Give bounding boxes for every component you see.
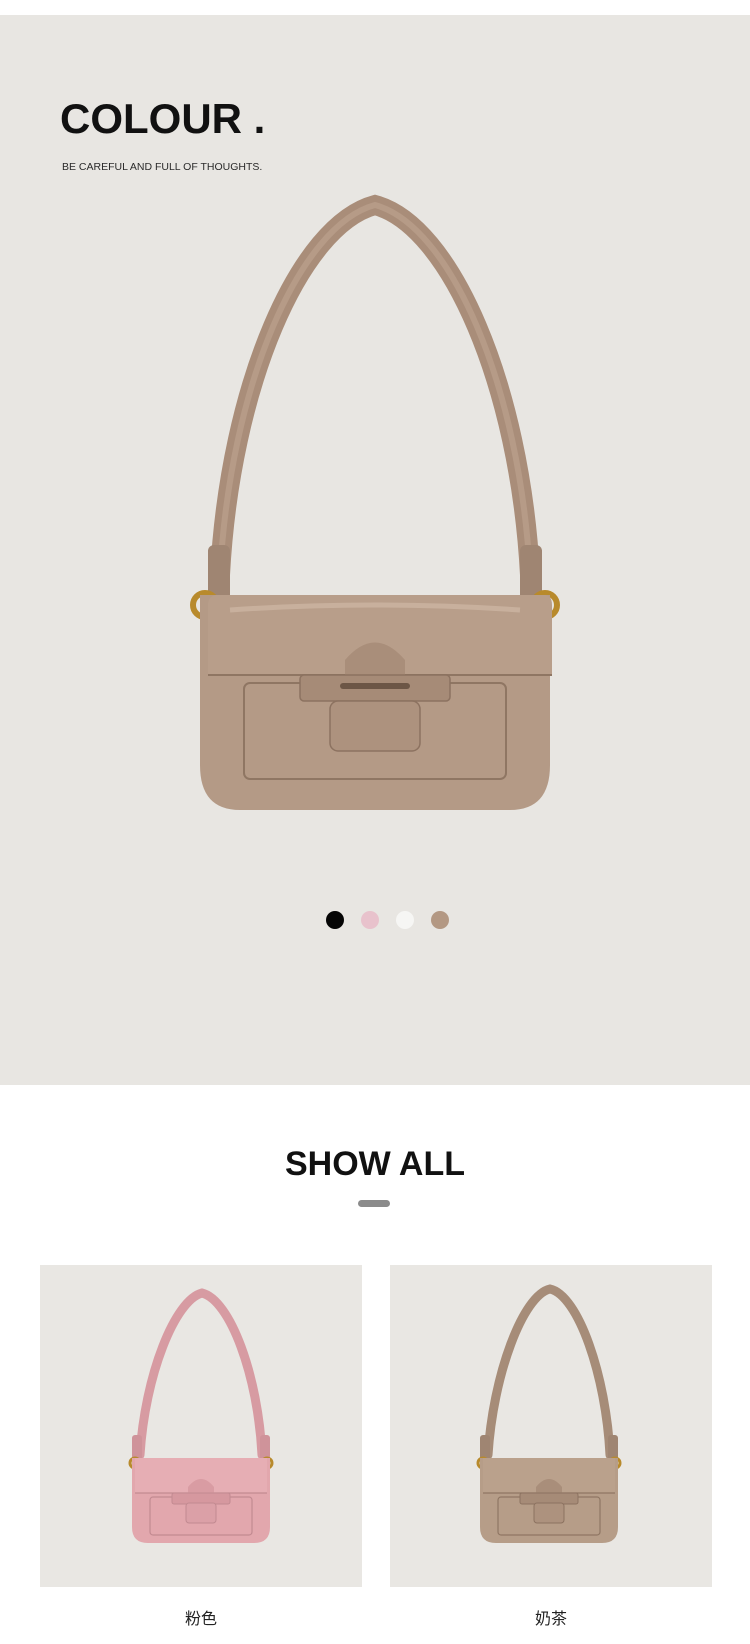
hero-section: COLOUR . BE CAREFUL AND FULL OF THOUGHTS… — [0, 15, 750, 1085]
milk-tea-bag-image — [476, 1284, 622, 1543]
hero-subtitle: BE CAREFUL AND FULL OF THOUGHTS. — [62, 161, 263, 173]
swatch-white[interactable] — [396, 911, 414, 929]
product-label-pink[interactable]: 粉色 — [40, 1605, 362, 1629]
product-label-milk-tea[interactable]: 奶茶 — [390, 1605, 712, 1629]
swatch-pink[interactable] — [361, 911, 379, 929]
swatch-khaki[interactable] — [431, 911, 449, 929]
colour-swatches — [326, 911, 449, 929]
pink-bag-image — [128, 1288, 274, 1543]
hero-bag-image — [190, 194, 560, 810]
show-all-title: SHOW ALL — [284, 1145, 466, 1183]
product-card-milk-tea[interactable] — [390, 1265, 712, 1587]
product-card-pink[interactable] — [40, 1265, 362, 1587]
swatch-black[interactable] — [326, 911, 344, 929]
title-underline — [358, 1200, 390, 1207]
hero-title: COLOUR . — [60, 95, 266, 142]
